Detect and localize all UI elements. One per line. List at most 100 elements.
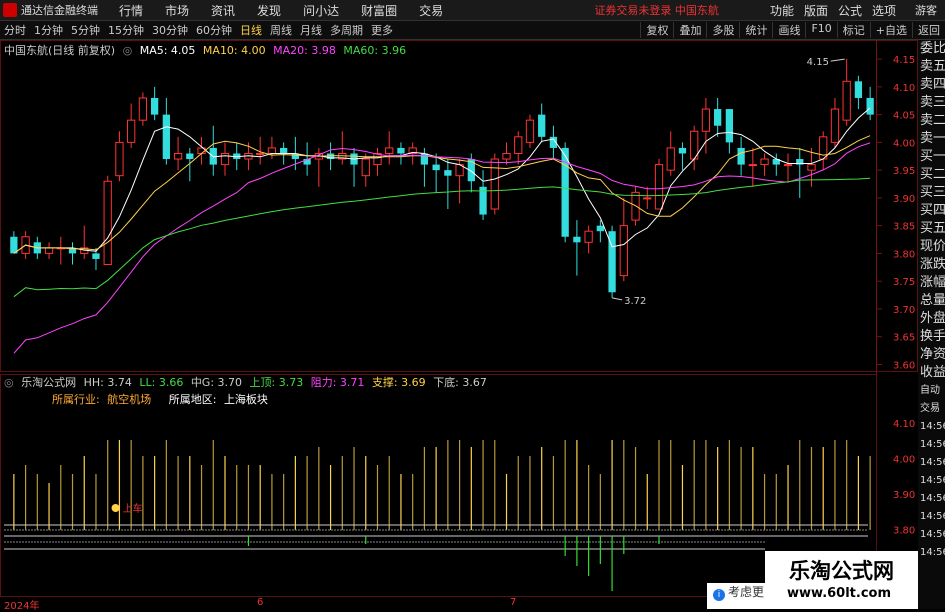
period-tab-6[interactable]: 日线 bbox=[236, 22, 266, 38]
candle-body-7 bbox=[92, 253, 100, 259]
menu-item-6[interactable]: 交易 bbox=[408, 2, 454, 19]
tool-1[interactable]: 叠加 bbox=[673, 22, 706, 38]
period-tab-10[interactable]: 更多 bbox=[367, 22, 397, 38]
tool-3[interactable]: 统计 bbox=[739, 22, 772, 38]
candle-body-15 bbox=[186, 153, 194, 160]
side-item-2[interactable]: 卖四 bbox=[918, 76, 945, 94]
menu-item-5[interactable]: 财富圈 bbox=[350, 2, 408, 19]
side-item-16[interactable]: 换手 bbox=[918, 328, 945, 346]
side-lower-item-8[interactable]: 14:56 bbox=[918, 526, 945, 544]
industry-value[interactable]: 航空机场 bbox=[107, 393, 151, 406]
candle-body-32 bbox=[385, 147, 394, 154]
menu-item-2[interactable]: 资讯 bbox=[200, 2, 246, 19]
period-tab-2[interactable]: 5分钟 bbox=[67, 22, 104, 38]
tool-5[interactable]: F10 bbox=[805, 22, 836, 38]
tip-text: 考虑更 bbox=[728, 585, 765, 599]
side-item-6[interactable]: 买一 bbox=[918, 148, 945, 166]
right-menu-item-3[interactable]: 选项 bbox=[867, 2, 901, 19]
watermark: 乐淘公式网 www.60lt.com bbox=[765, 551, 918, 609]
side-item-13[interactable]: 涨幅 bbox=[918, 274, 945, 292]
tool-4[interactable]: 画线 bbox=[772, 22, 805, 38]
side-item-11[interactable]: 现价 bbox=[918, 238, 945, 256]
y-label-11: 3.60 bbox=[893, 360, 915, 371]
guest-label[interactable]: 游客 bbox=[915, 2, 937, 18]
side-item-9[interactable]: 买四 bbox=[918, 202, 945, 220]
period-tab-3[interactable]: 15分钟 bbox=[104, 22, 148, 38]
candle-body-72 bbox=[854, 81, 863, 98]
menu-item-4[interactable]: 问小达 bbox=[292, 2, 350, 19]
side-lower-item-4[interactable]: 14:56 bbox=[918, 454, 945, 472]
tool-2[interactable]: 多股 bbox=[706, 22, 739, 38]
candle-body-18 bbox=[220, 152, 230, 166]
side-item-1[interactable]: 卖五 bbox=[918, 58, 945, 76]
side-item-18[interactable]: 收益 bbox=[918, 364, 945, 382]
side-item-5[interactable]: 卖一 bbox=[918, 130, 945, 148]
side-item-0[interactable]: 委比 bbox=[918, 40, 945, 58]
candle-body-62 bbox=[737, 147, 745, 165]
side-lower-item-5[interactable]: 14:56 bbox=[918, 472, 945, 490]
watermark-url: www.60lt.com bbox=[787, 586, 892, 601]
menu-item-0[interactable]: 行情 bbox=[108, 2, 154, 19]
kline-chart[interactable]: 4.15 4.10 4.05 4.00 3.95 3.90 3.85 3.80 3.75 3.70… bbox=[0, 40, 918, 609]
settings-dot-icon[interactable]: ◎ bbox=[4, 376, 14, 389]
candle-body-61 bbox=[725, 109, 734, 143]
side-lower-item-6[interactable]: 14:56 bbox=[918, 490, 945, 508]
side-lower-item-2[interactable]: 14:56 bbox=[918, 418, 945, 436]
tool-0[interactable]: 复权 bbox=[640, 22, 673, 38]
candle-body-71 bbox=[842, 80, 851, 121]
period-tab-7[interactable]: 周线 bbox=[266, 22, 296, 38]
side-item-4[interactable]: 卖二 bbox=[918, 112, 945, 130]
candle-body-68 bbox=[807, 164, 816, 171]
side-item-8[interactable]: 买三 bbox=[918, 184, 945, 202]
x-label-june: 6 bbox=[257, 597, 264, 608]
login-tip[interactable]: 证券交易未登录 中国东航 bbox=[594, 2, 719, 18]
period-tab-4[interactable]: 30分钟 bbox=[148, 22, 192, 38]
period-tab-5[interactable]: 60分钟 bbox=[192, 22, 236, 38]
side-lower-item-0[interactable]: 自动 bbox=[918, 382, 945, 400]
side-item-3[interactable]: 卖三 bbox=[918, 94, 945, 112]
tip-popup[interactable]: i 考虑更 bbox=[707, 583, 765, 609]
x-label-july: 7 bbox=[510, 597, 517, 608]
right-menu-item-1[interactable]: 版面 bbox=[799, 2, 833, 19]
right-menu-item-0[interactable]: 功能 bbox=[765, 2, 799, 19]
ma5-line bbox=[13, 107, 871, 254]
candle-body-70 bbox=[830, 108, 840, 143]
period-tab-1[interactable]: 1分钟 bbox=[30, 22, 67, 38]
region-value[interactable]: 上海板块 bbox=[224, 393, 268, 406]
ma10-label: MA10: 4.00 bbox=[202, 44, 266, 57]
y-label-0: 4.15 bbox=[893, 55, 915, 66]
period-tab-0[interactable]: 分时 bbox=[0, 22, 30, 38]
candle-body-3 bbox=[44, 247, 54, 254]
watermark-brand: 乐淘公式网 bbox=[789, 559, 894, 583]
side-item-12[interactable]: 涨跌 bbox=[918, 256, 945, 274]
side-lower-item-3[interactable]: 14:56 bbox=[918, 436, 945, 454]
buy-signal-icon bbox=[111, 504, 120, 512]
candle-body-55 bbox=[654, 164, 664, 210]
side-lower-item-1[interactable]: 交易 bbox=[918, 400, 945, 418]
period-tab-9[interactable]: 多周期 bbox=[326, 22, 367, 38]
tool-7[interactable]: +自选 bbox=[869, 22, 912, 38]
y-label-4: 3.95 bbox=[893, 166, 915, 177]
chart-tools: 复权 叠加 多股 统计 画线 F10 标记 +自选 返回 bbox=[640, 22, 945, 38]
side-item-14[interactable]: 总量 bbox=[918, 292, 945, 310]
candle-body-11 bbox=[138, 97, 148, 121]
right-menu-item-2[interactable]: 公式 bbox=[833, 2, 867, 19]
high-marker-line bbox=[830, 58, 845, 62]
tool-8[interactable]: 返回 bbox=[912, 22, 945, 38]
side-item-17[interactable]: 净资 bbox=[918, 346, 945, 364]
y-label-5: 3.90 bbox=[893, 194, 915, 205]
side-lower-item-9[interactable]: 14:56 bbox=[918, 544, 945, 562]
y-label-8: 3.75 bbox=[893, 277, 915, 288]
app-title: 通达信金融终端 bbox=[21, 4, 98, 17]
menu-item-1[interactable]: 市场 bbox=[154, 2, 200, 19]
period-tab-8[interactable]: 月线 bbox=[296, 22, 326, 38]
side-item-7[interactable]: 买二 bbox=[918, 166, 945, 184]
side-lower-item-7[interactable]: 14:56 bbox=[918, 508, 945, 526]
menu-item-3[interactable]: 发现 bbox=[246, 2, 292, 19]
candle-body-60 bbox=[714, 109, 722, 126]
resist-value: 阻力: 3.71 bbox=[310, 376, 365, 389]
tool-6[interactable]: 标记 bbox=[836, 22, 870, 38]
side-item-10[interactable]: 买五 bbox=[918, 220, 945, 238]
candle-body-33 bbox=[397, 147, 405, 154]
side-item-15[interactable]: 外盘 bbox=[918, 310, 945, 328]
